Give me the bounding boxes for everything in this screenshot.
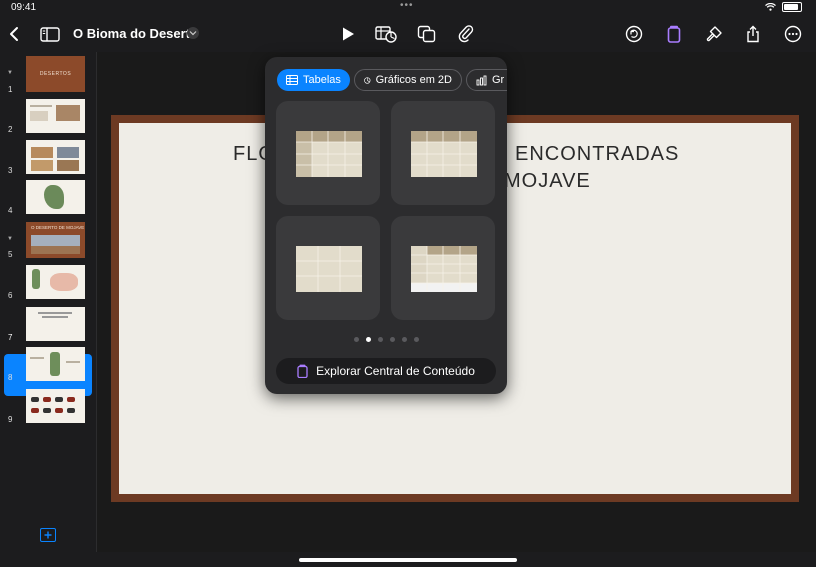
share-icon — [747, 25, 759, 43]
explore-content-hub-button[interactable]: Explorar Central de Conteúdo — [276, 358, 496, 384]
home-indicator[interactable] — [299, 558, 517, 562]
status-icons — [765, 2, 802, 12]
undo-icon — [625, 25, 643, 43]
wifi-icon — [765, 3, 776, 11]
tab-label: Tabelas — [303, 74, 341, 86]
content-hub-button[interactable] — [662, 22, 686, 46]
slide-preview — [26, 99, 85, 133]
table-style-option[interactable] — [276, 101, 380, 205]
page-dot[interactable] — [377, 337, 383, 342]
slide-number: 2 — [8, 125, 13, 134]
slide-preview-title: O DESERTO DE MOJAVE — [31, 225, 85, 230]
chart-2d-icon — [364, 76, 371, 84]
chevron-left-icon — [10, 27, 18, 41]
slide-preview — [26, 140, 85, 174]
title-menu-button[interactable] — [187, 27, 199, 39]
share-button[interactable] — [741, 22, 765, 46]
ellipsis-icon — [784, 25, 802, 43]
slide-number: 1 — [8, 85, 13, 94]
sidebar-toggle-button[interactable] — [38, 22, 62, 46]
sidebar-icon — [40, 26, 60, 42]
undo-button[interactable] — [622, 22, 646, 46]
battery-icon — [782, 2, 802, 12]
chevron-down-icon — [189, 31, 197, 36]
back-button[interactable] — [2, 22, 26, 46]
slide-title-fragment[interactable]: ENCONTRADAS — [515, 143, 679, 166]
slide-preview: DESERTOS — [26, 56, 85, 92]
insert-shape-button[interactable] — [415, 22, 439, 46]
status-time: 09:41 — [11, 2, 37, 13]
table-preview — [296, 131, 362, 177]
explore-label: Explorar Central de Conteúdo — [316, 364, 475, 378]
slide-preview — [26, 347, 85, 381]
table-style-option[interactable] — [391, 101, 495, 205]
paintbrush-icon — [706, 26, 722, 42]
page-dot-current[interactable] — [365, 337, 371, 342]
slide-number: 4 — [8, 206, 13, 215]
disclosure-triangle-icon[interactable]: ▼ — [7, 70, 13, 76]
slide-number: 5 — [8, 250, 13, 259]
document-title[interactable]: O Bioma do Deserto — [73, 26, 198, 41]
slide-preview — [26, 307, 85, 341]
slide-number: 7 — [8, 333, 13, 342]
slide-title-fragment[interactable]: MOJAVE — [504, 170, 591, 193]
table-style-option[interactable] — [276, 216, 380, 320]
table-icon — [286, 75, 298, 85]
play-icon — [343, 27, 354, 41]
slide-preview — [26, 389, 85, 423]
disclosure-triangle-icon[interactable]: ▼ — [7, 236, 13, 242]
tab-label: Gr — [492, 74, 505, 86]
table-chart-icon — [375, 26, 397, 43]
insert-media-button[interactable] — [454, 22, 478, 46]
format-button[interactable] — [702, 22, 726, 46]
page-dot[interactable] — [389, 337, 395, 342]
tab-tables[interactable]: Tabelas — [277, 69, 350, 91]
page-dot[interactable] — [401, 337, 407, 342]
slide-preview — [26, 265, 85, 299]
page-dot[interactable] — [413, 337, 419, 342]
multitasking-dots[interactable]: ••• — [400, 0, 414, 11]
tab-3d-charts[interactable]: Gr — [466, 69, 507, 91]
toolbar: O Bioma do Deserto — [0, 16, 816, 52]
table-preview — [411, 131, 477, 177]
table-preview — [296, 246, 362, 292]
slide-preview-title: DESERTOS — [39, 71, 72, 77]
status-bar: 09:41 ••• — [0, 0, 816, 16]
chart-3d-icon — [476, 75, 487, 85]
insert-table-popover: Tabelas Gráficos em 2D Gr Explorar Centr… — [265, 57, 507, 394]
slide-number: 8 — [8, 373, 13, 382]
shapes-icon — [417, 25, 436, 43]
table-preview — [411, 246, 477, 292]
add-slide-button[interactable] — [40, 528, 56, 542]
tab-2d-charts[interactable]: Gráficos em 2D — [354, 69, 462, 91]
slide-number: 6 — [8, 291, 13, 300]
table-style-option[interactable] — [391, 216, 495, 320]
more-button[interactable] — [781, 22, 805, 46]
slide-number: 9 — [8, 415, 13, 424]
page-indicator[interactable] — [265, 337, 507, 345]
content-hub-icon — [297, 364, 308, 378]
plus-icon — [44, 531, 52, 539]
insert-table-chart-button[interactable] — [374, 22, 398, 46]
play-button[interactable] — [336, 22, 360, 46]
slide-navigator: ▼ 1 DESERTOS 2 3 4 ▼ 5 O DESERTO DE MOJA… — [0, 52, 97, 552]
slide-number: 3 — [8, 166, 13, 175]
slide-preview: O DESERTO DE MOJAVE — [26, 222, 85, 258]
paperclip-icon — [458, 25, 474, 43]
content-hub-icon — [667, 25, 681, 43]
page-dot[interactable] — [353, 337, 359, 342]
tab-label: Gráficos em 2D — [375, 74, 452, 86]
slide-preview — [26, 180, 85, 214]
